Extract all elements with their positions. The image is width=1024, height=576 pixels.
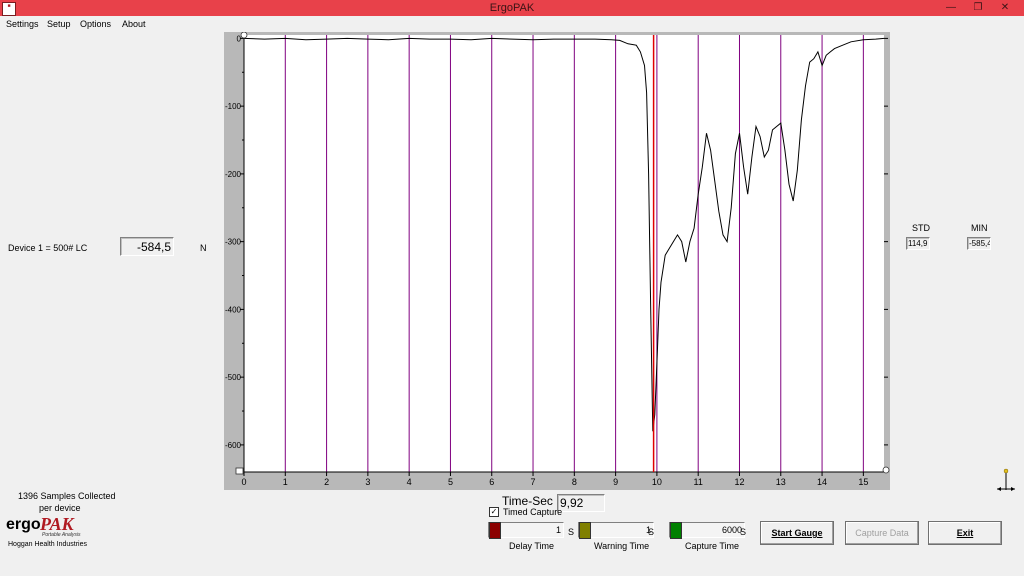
ergopak-logo: ergo PAK Portable Analysis Hoggan Health…: [6, 514, 102, 552]
min-value: -585,4: [967, 237, 991, 250]
warning-time-label: Warning Time: [594, 541, 650, 551]
exit-button[interactable]: Exit: [928, 521, 1002, 545]
y-tick-label: -400: [225, 305, 242, 314]
capture-data-button[interactable]: Capture Data: [845, 521, 919, 545]
x-tick-label: 5: [448, 477, 453, 487]
delay-time-value: 1: [555, 525, 561, 535]
y-tick-label: -100: [225, 102, 242, 111]
force-chart-svg: 0 1 2 3 4 5 6 7 8 9 10 11 12 13 14 150-100-200-300-400-…: [224, 31, 890, 490]
warning-time-thumb[interactable]: [579, 522, 591, 539]
timed-capture-label: Timed Capture: [503, 507, 563, 517]
time-sec-value: 9,92: [557, 494, 605, 512]
capture-time-label: Capture Time: [685, 541, 740, 551]
warning-time-slider[interactable]: 1: [578, 522, 654, 539]
x-tick-label: 2: [324, 477, 329, 487]
logo-tagline: Portable Analysis: [42, 532, 81, 538]
warning-time-unit: S: [648, 527, 655, 537]
axis-cursor-icon: [995, 468, 1017, 494]
y-tick-label: -200: [225, 170, 242, 179]
close-icon[interactable]: ✕: [992, 0, 1018, 16]
std-value: 114,9: [906, 237, 930, 250]
x-tick-label: 8: [572, 477, 577, 487]
capture-time-slider[interactable]: 6000: [669, 522, 745, 539]
x-tick-label: 4: [407, 477, 412, 487]
restore-icon[interactable]: ❐: [965, 0, 991, 16]
window-title: ErgoPAK: [489, 2, 535, 14]
device-label: Device 1 = 500# LC: [8, 243, 88, 253]
samples-per-device: per device: [39, 503, 81, 513]
x-tick-label: 1: [283, 477, 288, 487]
y-tick-label: -300: [225, 238, 242, 247]
bottom-right-handle-icon[interactable]: [882, 466, 890, 474]
minimize-icon[interactable]: —: [938, 0, 964, 16]
capture-time-thumb[interactable]: [670, 522, 682, 539]
samples-count: 1396 Samples Collected: [18, 491, 116, 501]
y-tick-label: -500: [225, 373, 242, 382]
menu-setup[interactable]: Setup: [47, 19, 71, 29]
timed-capture-checkbox[interactable]: ✓: [489, 507, 499, 517]
logo-ergo: ergo: [6, 516, 41, 533]
device-unit: N: [200, 243, 207, 253]
y-tick-label: -600: [225, 441, 242, 450]
x-tick-label: 13: [776, 477, 786, 487]
plot-area: [244, 35, 884, 472]
x-tick-label: 0: [241, 477, 246, 487]
menu-about[interactable]: About: [122, 19, 146, 29]
capture-time-unit: S: [740, 527, 747, 537]
std-label: STD: [912, 223, 930, 233]
x-tick-label: 12: [734, 477, 744, 487]
menu-settings[interactable]: Settings: [6, 19, 39, 29]
start-gauge-button[interactable]: Start Gauge: [760, 521, 834, 545]
delay-time-thumb[interactable]: [489, 522, 501, 539]
time-sec-label: Time-Sec: [502, 494, 553, 508]
menu-options[interactable]: Options: [80, 19, 111, 29]
device-value: -584,5: [120, 237, 174, 256]
x-tick-label: 3: [365, 477, 370, 487]
force-chart: 0 1 2 3 4 5 6 7 8 9 10 11 12 13 14 15 0 -100 -200 -300 -400-…: [224, 31, 890, 490]
delay-time-label: Delay Time: [509, 541, 555, 551]
title-bar: ■ ErgoPAK — ❐ ✕: [0, 0, 1024, 16]
delay-time-slider[interactable]: 1: [488, 522, 564, 539]
x-tick-label: 7: [531, 477, 536, 487]
capture-time-value: 6000: [721, 525, 742, 535]
x-tick-label: 11: [694, 477, 703, 487]
min-label: MIN: [971, 223, 988, 233]
top-left-handle-icon[interactable]: [240, 31, 248, 39]
x-tick-label: 15: [858, 477, 868, 487]
menu-bar: Settings Setup Options About: [0, 16, 1024, 32]
x-tick-label: 6: [489, 477, 494, 487]
company-name: Hoggan Health Industries: [8, 541, 87, 548]
x-tick-label: 10: [652, 477, 662, 487]
x-tick-label: 14: [817, 477, 827, 487]
delay-time-unit: S: [568, 527, 575, 537]
x-tick-label: 9: [613, 477, 618, 487]
bottom-left-handle-icon[interactable]: [235, 467, 244, 475]
